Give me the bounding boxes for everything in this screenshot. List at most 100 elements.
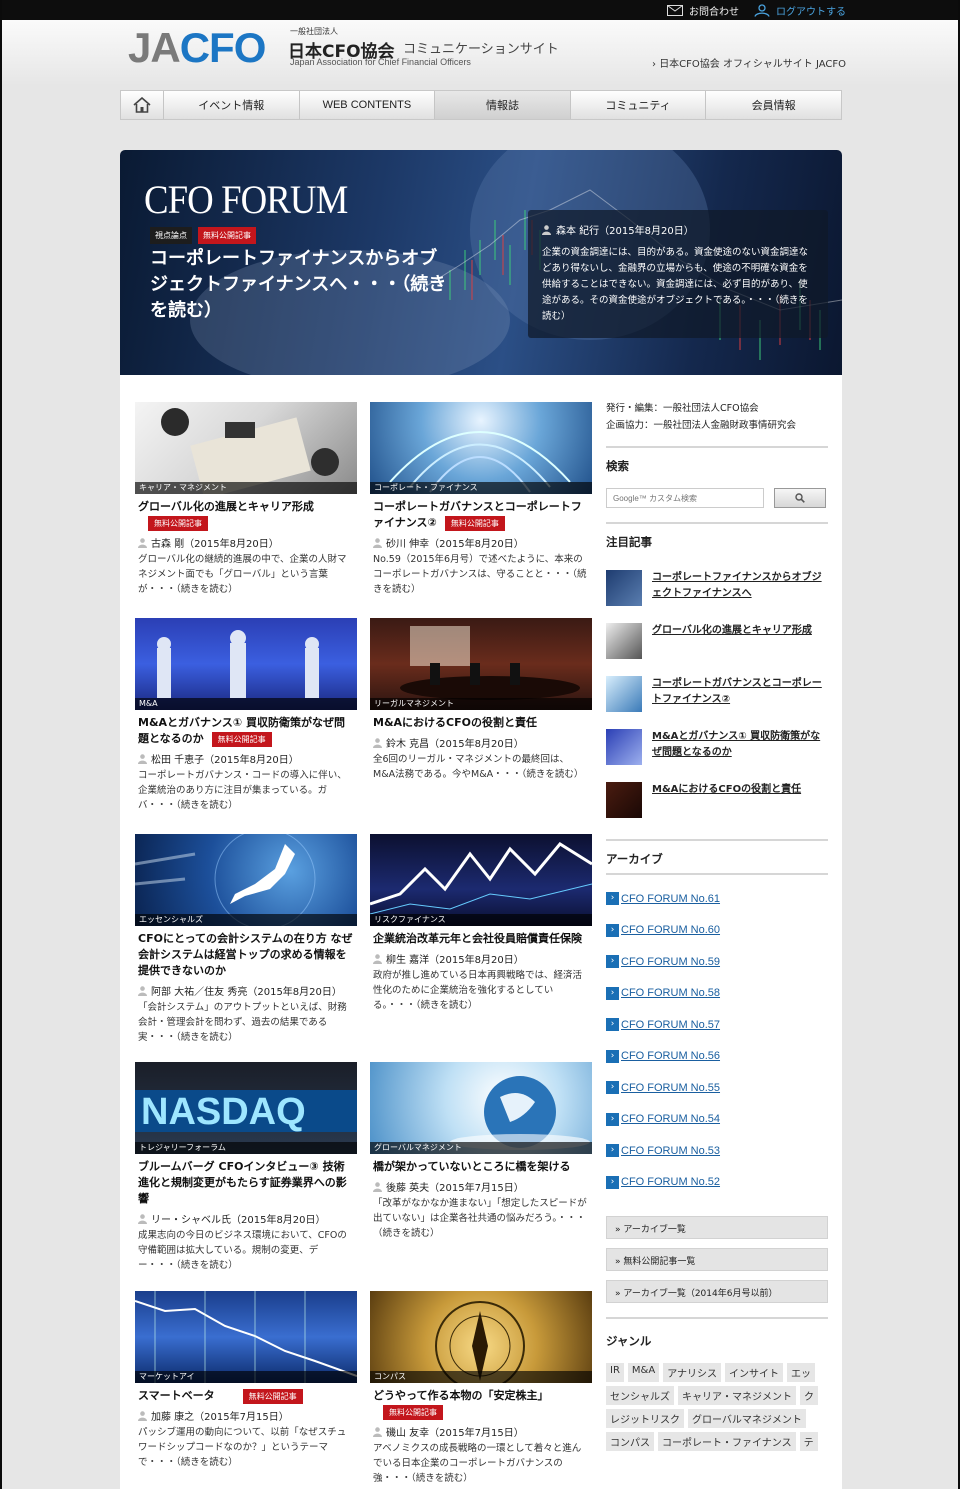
attention-link[interactable]: コーポレートファイナンスからオブジェクトファイナンスへ (652, 570, 828, 602)
genre-tag[interactable]: IR (606, 1363, 624, 1382)
attention-link[interactable]: M&Aとガバナンス① 買収防衛策がなぜ問題となるのか (652, 729, 828, 761)
article-card[interactable]: マーケットアイ スマートベータ 無料公開記事 加藤 康之（2015年7月15日） … (135, 1291, 357, 1470)
genre-tag[interactable]: センシャルズ (606, 1386, 674, 1405)
archive-item[interactable]: › CFO FORUM No.55 (606, 1072, 828, 1104)
archive-item[interactable]: › CFO FORUM No.57 (606, 1009, 828, 1041)
article-card[interactable]: エッセンシャルズ CFOにとっての会計システムの在り方 なぜ会計システムは経営ト… (135, 834, 357, 1045)
attention-item[interactable]: M&AにおけるCFOの役割と責任 (606, 782, 828, 835)
archive-item[interactable]: › CFO FORUM No.53 (606, 1135, 828, 1167)
article-card[interactable]: コンパス どうやって作る本物の「安定株主」 無料公開記事 磯山 友幸（2015年7… (370, 1291, 592, 1486)
genre-tag[interactable]: グローバルマネジメント (688, 1409, 806, 1428)
attention-link[interactable]: コーポレートガバナンスとコーポレートファイナンス② (652, 676, 828, 708)
archive-item[interactable]: › CFO FORUM No.56 (606, 1041, 828, 1073)
archive-item[interactable]: › CFO FORUM No.59 (606, 946, 828, 978)
article-card[interactable]: NASDAQ トレジャリーフォーラム ブルームバーグ CFOインタビュー③ 技術… (135, 1062, 357, 1273)
archive-link[interactable]: CFO FORUM No.61 (621, 893, 720, 905)
article-title[interactable]: M&AにおけるCFOの役割と責任 (370, 715, 592, 731)
archive-link[interactable]: CFO FORUM No.55 (621, 1082, 720, 1094)
chevron-right-icon: › (606, 955, 619, 969)
archive-link[interactable]: CFO FORUM No.56 (621, 1050, 720, 1062)
article-thumbnail[interactable]: キャリア・マネジメント (135, 402, 357, 494)
genre-tag[interactable]: コンパス (606, 1432, 654, 1451)
nav-events[interactable]: イベント情報 (163, 91, 299, 119)
article-thumbnail[interactable]: リーガルマネジメント (370, 618, 592, 710)
archive-item[interactable]: › CFO FORUM No.61 (606, 883, 828, 915)
archive-link[interactable]: CFO FORUM No.54 (621, 1113, 720, 1125)
logout-link[interactable]: ログアウトする (754, 3, 846, 18)
nav-web-contents[interactable]: WEB CONTENTS (298, 91, 435, 119)
article-card[interactable]: コーポレート・ファイナンス コーポレートガバナンスとコーポレートファイナンス② 無… (370, 402, 592, 597)
genre-tag[interactable]: ク (800, 1386, 818, 1405)
genre-tag[interactable]: コーポレート・ファイナンス (658, 1432, 796, 1451)
archive-list-button[interactable]: » アーカイブ一覧 (606, 1216, 828, 1239)
jacfo-logo[interactable]: JACFO (128, 26, 266, 70)
article-thumbnail[interactable]: コンパス (370, 1291, 592, 1383)
article-author: 古森 剛（2015年8月20日） (135, 535, 357, 550)
archive-item[interactable]: › CFO FORUM No.60 (606, 915, 828, 947)
search-input[interactable] (606, 488, 764, 508)
genre-tag[interactable]: テ (799, 1432, 818, 1451)
archive-link[interactable]: CFO FORUM No.58 (621, 987, 720, 999)
article-thumbnail[interactable]: エッセンシャルズ (135, 834, 357, 926)
archive-item[interactable]: › CFO FORUM No.58 (606, 978, 828, 1010)
attention-link[interactable]: M&AにおけるCFOの役割と責任 (652, 782, 801, 798)
archive-link[interactable]: CFO FORUM No.59 (621, 956, 720, 968)
archive-item[interactable]: › CFO FORUM No.54 (606, 1104, 828, 1136)
genre-tag[interactable]: エッ (787, 1363, 815, 1382)
nav-community[interactable]: コミュニティ (569, 91, 706, 119)
article-title[interactable]: ブルームバーグ CFOインタビュー③ 技術進化と規制変更がもたらす証券業界への影… (135, 1159, 357, 1207)
genre-tag[interactable]: アナリシス (663, 1363, 721, 1382)
archive-item[interactable]: › CFO FORUM No.52 (606, 1167, 828, 1199)
attention-item[interactable]: コーポレートファイナンスからオブジェクトファイナンスへ (606, 570, 828, 623)
chevron-right-icon: › (606, 892, 619, 906)
article-excerpt: アベノミクスの成長戦略の一環として着々と進んでいる日本企業のコーポレートガバナン… (373, 1443, 582, 1484)
free-articles-list-button[interactable]: » 無料公開記事一覧 (606, 1248, 828, 1271)
article-card[interactable]: グローバルマネジメント 橋が架かっていないところに橋を架ける 後藤 英夫（201… (370, 1062, 592, 1241)
hero-banner[interactable]: CFO FORUM 視点論点 無料公開記事 コーポレートファイナンスからオブジェ… (120, 150, 842, 375)
article-title[interactable]: スマートベータ 無料公開記事 (135, 1388, 357, 1404)
article-title[interactable]: コーポレートガバナンスとコーポレートファイナンス② 無料公開記事 (370, 499, 592, 531)
article-author-text: 鈴木 克昌（2015年8月20日） (386, 739, 524, 750)
contact-link[interactable]: お問合わせ (667, 3, 739, 18)
article-thumbnail[interactable]: リスクファイナンス (370, 834, 592, 926)
article-category: グローバルマネジメント (370, 1142, 592, 1154)
article-thumbnail[interactable]: コーポレート・ファイナンス (370, 402, 592, 494)
attention-item[interactable]: M&Aとガバナンス① 買収防衛策がなぜ問題となるのか (606, 729, 828, 782)
article-thumbnail[interactable]: M&A (135, 618, 357, 710)
archive-link[interactable]: CFO FORUM No.57 (621, 1019, 720, 1031)
attention-item[interactable]: コーポレートガバナンスとコーポレートファイナンス② (606, 676, 828, 729)
article-card[interactable]: リスクファイナンス 企業統治改革元年と会社役員賠償責任保険 柳生 嘉洋（2015… (370, 834, 592, 1013)
hero-headline[interactable]: コーポレートファイナンスからオブジェクトファイナンスへ・・・（続きを読む） (150, 246, 450, 324)
search-button[interactable] (774, 488, 826, 508)
article-title[interactable]: グローバル化の進展とキャリア形成 無料公開記事 (135, 499, 357, 531)
free-badge: 無料公開記事 (444, 515, 505, 531)
person-icon (373, 1181, 382, 1192)
article-author-text: 磯山 友幸（2015年7月15日） (386, 1428, 524, 1439)
genre-tag[interactable]: キャリア・マネジメント (678, 1386, 796, 1405)
official-site-link[interactable]: › 日本CFO協会 オフィシャルサイト JACFO (652, 55, 846, 70)
old-archive-list-button[interactable]: » アーカイブ一覧（2014年6月号以前） (606, 1280, 828, 1303)
article-card[interactable]: リーガルマネジメント M&AにおけるCFOの役割と責任 鈴木 克昌（2015年8… (370, 618, 592, 782)
article-thumbnail[interactable]: マーケットアイ (135, 1291, 357, 1383)
article-card[interactable]: キャリア・マネジメント グローバル化の進展とキャリア形成 無料公開記事 古森 剛（… (135, 402, 357, 597)
article-card[interactable]: M&A M&Aとガバナンス① 買収防衛策がなぜ問題となるのか 無料公開記事 松田 … (135, 618, 357, 813)
article-title[interactable]: どうやって作る本物の「安定株主」 無料公開記事 (370, 1388, 592, 1420)
article-title[interactable]: 企業統治改革元年と会社役員賠償責任保険 (370, 931, 592, 947)
archive-link[interactable]: CFO FORUM No.53 (621, 1145, 720, 1157)
genre-tag[interactable]: インサイト (725, 1363, 783, 1382)
attention-link[interactable]: グローバル化の進展とキャリア形成 (652, 623, 812, 639)
genre-tag[interactable]: M&A (627, 1363, 660, 1382)
article-title[interactable]: CFOにとっての会計システムの在り方 なぜ会計システムは経営トップの求める情報を… (135, 931, 357, 979)
article-title[interactable]: 橋が架かっていないところに橋を架ける (370, 1159, 592, 1175)
genre-tag[interactable]: レジットリスク (606, 1409, 684, 1428)
article-thumbnail[interactable]: NASDAQ トレジャリーフォーラム (135, 1062, 357, 1154)
nav-magazine[interactable]: 情報誌 (434, 91, 570, 119)
article-title[interactable]: M&Aとガバナンス① 買収防衛策がなぜ問題となるのか 無料公開記事 (135, 715, 357, 747)
archive-link[interactable]: CFO FORUM No.60 (621, 924, 720, 936)
nav-member-info[interactable]: 会員情報 (705, 91, 841, 119)
mail-icon (667, 5, 683, 16)
article-thumbnail[interactable]: グローバルマネジメント (370, 1062, 592, 1154)
archive-link[interactable]: CFO FORUM No.52 (621, 1176, 720, 1188)
attention-item[interactable]: グローバル化の進展とキャリア形成 (606, 623, 828, 676)
nav-home[interactable] (121, 91, 163, 119)
